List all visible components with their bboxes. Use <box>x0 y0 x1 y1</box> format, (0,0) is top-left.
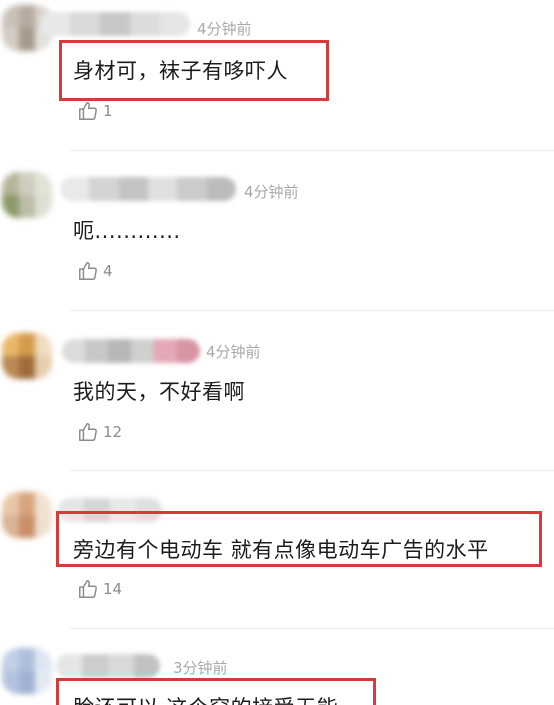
avatar[interactable] <box>2 492 52 538</box>
like-count: 14 <box>103 580 123 598</box>
avatar[interactable] <box>2 333 52 379</box>
like-count: 12 <box>103 423 123 441</box>
like-button[interactable]: 4 <box>77 258 113 284</box>
username-blurred[interactable] <box>40 12 190 36</box>
comment-text: 呃............ <box>73 219 181 243</box>
comment-timestamp: 4分钟前 <box>206 343 261 361</box>
thumbs-up-icon <box>79 262 97 280</box>
comment-feed: 4分钟前 身材可，袜子有哆吓人 1 4分钟前 呃............ 4 4… <box>0 0 554 705</box>
comment-text: 旁边有个电动车 就有点像电动车广告的水平 <box>73 538 489 562</box>
comment-text: 脸还可以 这个穿的接受无能 <box>73 692 338 705</box>
username-blurred[interactable] <box>60 177 236 201</box>
comment-divider <box>70 310 554 311</box>
like-button[interactable]: 12 <box>77 419 122 445</box>
comment-divider <box>70 470 554 471</box>
avatar[interactable] <box>2 648 52 694</box>
username-blurred[interactable] <box>56 654 160 678</box>
username-blurred[interactable] <box>62 339 200 363</box>
thumbs-up-icon <box>79 580 97 598</box>
comment-text: 我的天，不好看啊 <box>73 380 245 404</box>
avatar[interactable] <box>2 172 52 218</box>
like-button[interactable]: 1 <box>77 98 113 124</box>
comment-timestamp: 3分钟前 <box>173 659 228 677</box>
comment-text: 身材可，袜子有哆吓人 <box>73 59 288 83</box>
comment-divider <box>70 150 554 151</box>
comment-divider <box>70 628 554 629</box>
like-button[interactable]: 14 <box>77 576 122 602</box>
comment-timestamp: 4分钟前 <box>197 20 252 38</box>
like-count: 4 <box>103 262 113 280</box>
comment-timestamp: 4分钟前 <box>244 183 299 201</box>
like-count: 1 <box>103 102 113 120</box>
thumbs-up-icon <box>79 102 97 120</box>
thumbs-up-icon <box>79 423 97 441</box>
